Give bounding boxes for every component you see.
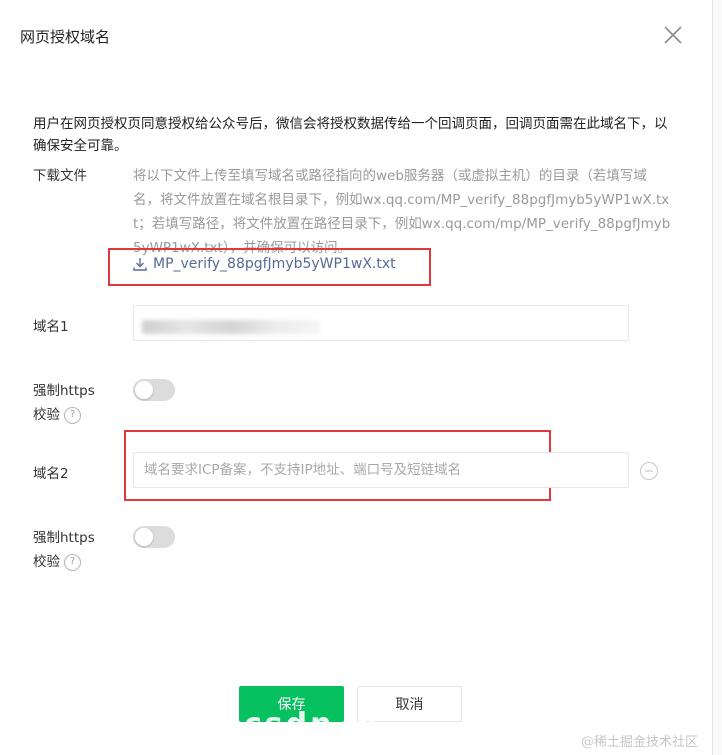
- https1-label-line1: 强制https: [33, 383, 95, 399]
- site-watermark: @稀土掘金技术社区: [581, 735, 699, 750]
- toggle-knob: [135, 528, 153, 546]
- download-label: 下载文件: [33, 168, 87, 184]
- download-file-name: MP_verify_88pgfJmyb5yWP1wX.txt: [153, 256, 396, 272]
- help-icon[interactable]: ?: [64, 406, 81, 424]
- download-help-text: 将以下文件上传至填写域名或路径指向的web服务器（或虚拟主机）的目录（若填写域名…: [133, 168, 671, 256]
- domain2-input[interactable]: [133, 452, 629, 488]
- help-icon[interactable]: ?: [64, 553, 81, 571]
- download-file-link[interactable]: MP_verify_88pgfJmyb5yWP1wX.txt: [132, 256, 396, 272]
- minus-circle-icon: [640, 462, 658, 480]
- https2-label: 强制https 校验?: [33, 526, 95, 574]
- intro-text: 用户在网页授权页同意授权给公众号后，微信会将授权数据传给一个回调页面，回调页面需…: [33, 116, 668, 154]
- scrollbar-track[interactable]: [712, 0, 722, 755]
- auth-domain-dialog: 网页授权域名 用户在网页授权页同意授权给公众号后，微信会将授权数据传给一个回调页…: [0, 0, 722, 755]
- https1-label-line2: 校验: [33, 407, 60, 423]
- domain1-label: 域名1: [33, 319, 69, 335]
- toggle-knob: [135, 381, 153, 399]
- https2-label-line1: 强制https: [33, 530, 95, 546]
- domain1-redacted-value: [142, 320, 320, 334]
- close-icon: [664, 26, 682, 44]
- remove-domain-button[interactable]: [639, 461, 659, 481]
- https1-label: 强制https 校验?: [33, 379, 95, 427]
- dialog-title: 网页授权域名: [20, 28, 111, 46]
- https2-label-line2: 校验: [33, 554, 60, 570]
- download-icon: [132, 256, 148, 272]
- https2-toggle[interactable]: [133, 526, 175, 548]
- close-button[interactable]: [660, 22, 686, 48]
- https1-toggle[interactable]: [133, 379, 175, 401]
- overlay-watermark-text: csdn.w....: [244, 707, 436, 742]
- domain2-label: 域名2: [33, 466, 69, 482]
